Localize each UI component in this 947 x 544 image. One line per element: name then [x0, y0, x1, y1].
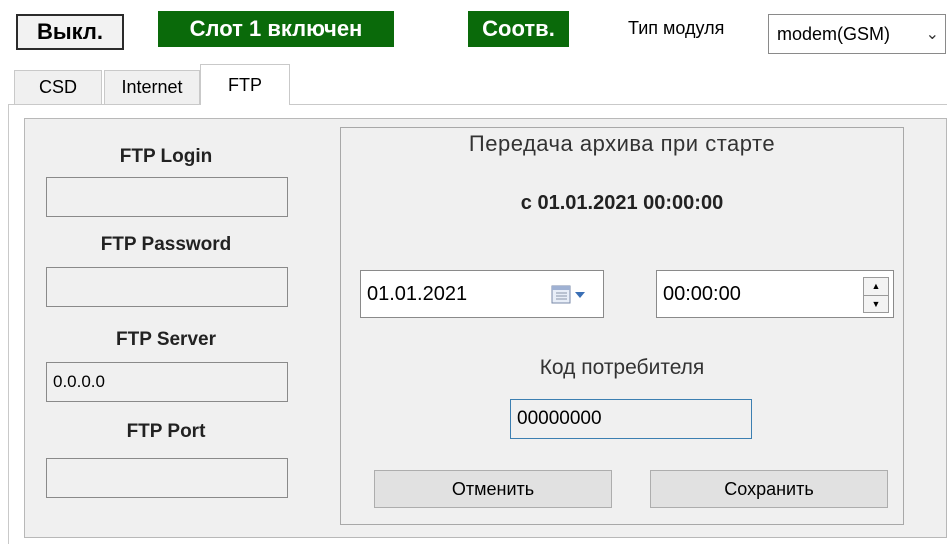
archive-group-box — [340, 127, 904, 525]
tab-ftp[interactable]: FTP — [200, 64, 290, 105]
consumer-code-input[interactable]: 00000000 — [510, 399, 752, 439]
match-status-badge: Соотв. — [468, 11, 569, 47]
cancel-button[interactable]: Отменить — [374, 470, 612, 508]
ftp-login-input[interactable] — [46, 177, 288, 217]
archive-time-value: 00:00:00 — [663, 282, 741, 305]
off-button[interactable]: Выкл. — [16, 14, 124, 50]
tab-csd[interactable]: CSD — [14, 70, 102, 104]
chevron-down-icon: ⌄ — [925, 26, 939, 43]
ftp-password-input[interactable] — [46, 267, 288, 307]
spin-up-icon[interactable]: ▲ — [864, 278, 888, 296]
ftp-server-label: FTP Server — [116, 329, 216, 350]
ftp-password-label: FTP Password — [100, 234, 232, 255]
spin-down-icon[interactable]: ▼ — [864, 296, 888, 313]
archive-date-picker[interactable]: 01.01.2021 — [360, 270, 604, 318]
ftp-server-input[interactable]: 0.0.0.0 — [46, 362, 288, 402]
archive-title: Передача архива при старте — [468, 131, 776, 156]
ftp-port-label: FTP Port — [126, 421, 206, 442]
archive-time-picker[interactable]: 00:00:00 ▲ ▼ — [656, 270, 894, 318]
archive-date-value: 01.01.2021 — [367, 282, 468, 305]
archive-since-text: с 01.01.2021 00:00:00 — [520, 192, 724, 214]
spinner-arrows-icon[interactable]: ▲ ▼ — [863, 277, 889, 313]
calendar-icon[interactable] — [551, 284, 591, 306]
ftp-login-label: FTP Login — [119, 146, 213, 167]
module-type-value: modem(GSM) — [777, 23, 891, 44]
tab-internet[interactable]: Internet — [104, 70, 200, 104]
save-button[interactable]: Сохранить — [650, 470, 888, 508]
module-type-select[interactable]: modem(GSM) ⌄ — [768, 14, 946, 54]
slot-status-badge: Слот 1 включен — [158, 11, 394, 47]
module-type-label: Тип модуля — [628, 18, 725, 38]
ftp-port-input[interactable] — [46, 458, 288, 498]
consumer-code-label: Код потребителя — [539, 356, 705, 379]
